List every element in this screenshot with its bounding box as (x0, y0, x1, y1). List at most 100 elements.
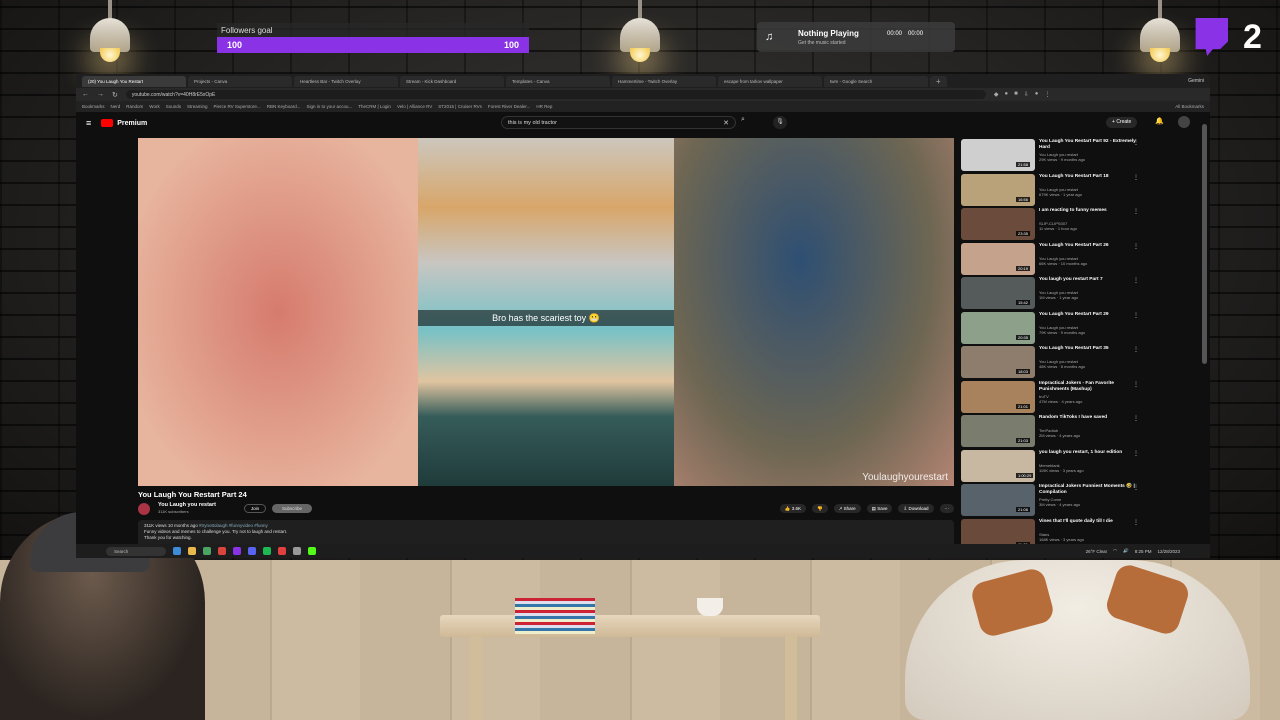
more-options-icon[interactable]: ⋮ (1133, 484, 1139, 491)
hamburger-menu-icon[interactable]: ≡ (86, 118, 91, 128)
more-options-icon[interactable]: ⋮ (1133, 208, 1139, 215)
more-options-icon[interactable]: ⋮ (1133, 415, 1139, 422)
bookmark-item[interactable]: Velo | Alliance RV (397, 104, 432, 109)
recommendation-item[interactable]: 21:01 Impractical Jokers - Fan Favorite P… (961, 380, 1151, 415)
extension-icon[interactable]: ● (1005, 91, 1009, 98)
clear-search-icon[interactable]: ✕ (723, 119, 729, 127)
page-scrollbar[interactable] (1202, 124, 1207, 364)
recommendation-title[interactable]: Impractical Jokers Funniest Moments 🤣 | … (1039, 484, 1137, 496)
recommendation-title[interactable]: Impractical Jokers - Fan Favorite Punish… (1039, 381, 1137, 393)
recommendation-item[interactable]: 21:06 Impractical Jokers Funniest Moments… (961, 483, 1151, 518)
like-button[interactable]: 👍 3.6K (779, 504, 807, 513)
reload-icon[interactable]: ↻ (112, 91, 118, 99)
kick-icon[interactable] (308, 547, 316, 555)
tab-tarkov-wallpaper[interactable]: escape from tarkov wallpaper (718, 75, 822, 87)
more-options-icon[interactable]: ⋮ (1133, 312, 1139, 319)
notifications-icon[interactable]: 🔔 (1155, 117, 1164, 125)
recommendation-title[interactable]: You laugh you restart Part 7 (1039, 277, 1137, 283)
url-input[interactable]: youtube.com/watch?v=40H8rE5xOpE (125, 90, 986, 99)
extension-icon[interactable]: ◆ (994, 91, 999, 98)
bookmark-item[interactable]: Pierce RV Superstore... (214, 104, 261, 109)
chrome-icon[interactable] (218, 547, 226, 555)
subscribe-button[interactable]: Subscribe (272, 504, 312, 513)
forward-icon[interactable]: → (97, 91, 104, 98)
create-button[interactable]: + Create (1106, 117, 1138, 128)
tab-hammertime[interactable]: Hammertime - Twitch Overlay (612, 75, 716, 87)
dislike-button[interactable]: 👎 (812, 504, 828, 513)
save-button[interactable]: ▤ Save (866, 504, 893, 513)
tab-kick-dashboard[interactable]: Stream - Kick Dashboard (400, 75, 504, 87)
taskbar-app-icon[interactable] (173, 547, 181, 555)
more-options-icon[interactable]: ⋮ (1133, 277, 1139, 284)
spotify-icon[interactable] (263, 547, 271, 555)
tab-youtube[interactable]: (20) You Laugh You Restart (82, 75, 186, 87)
clock-time[interactable]: 8:25 PM (1135, 549, 1152, 554)
taskbar-search-input[interactable]: Search (106, 546, 166, 556)
bookmark-item[interactable]: Sounds (166, 104, 181, 109)
all-bookmarks[interactable]: All Bookmarks (1175, 104, 1204, 109)
channel-avatar[interactable] (138, 503, 150, 515)
extension-icon[interactable]: ■ (1014, 91, 1018, 98)
tab-twitch-overlay[interactable]: Heartless Bar - Twitch Overlay (294, 75, 398, 87)
recommendation-item[interactable]: 1:00:29 you laugh you restart, 1 hour edi… (961, 449, 1151, 484)
bookmark-item[interactable]: HR Rep (536, 104, 552, 109)
browser-menu-icon[interactable]: ⋮ (1044, 91, 1050, 98)
recommendation-item[interactable]: 23:35 I am reacting to funny memes SLIP-CL… (961, 207, 1151, 242)
recommendation-title[interactable]: You Laugh You Restart Part 92 - Extremel… (1039, 139, 1137, 151)
join-button[interactable]: Join (244, 504, 266, 513)
bookmark-item[interactable]: Random (126, 104, 143, 109)
bookmark-item[interactable]: Work (149, 104, 159, 109)
microphone-icon[interactable]: 🎙 (773, 116, 787, 129)
taskbar-app-icon[interactable] (278, 547, 286, 555)
more-options-icon[interactable]: ⋮ (1133, 174, 1139, 181)
discord-icon[interactable] (248, 547, 256, 555)
channel-name[interactable]: You Laugh you restart (158, 502, 216, 508)
volume-icon[interactable]: 🔊 (1123, 548, 1129, 554)
more-actions-icon[interactable]: ⋯ (939, 504, 954, 513)
recommendation-item[interactable]: 20:35 You Laugh You Restart Part 29 You La… (961, 311, 1151, 346)
recommendation-title[interactable]: you laugh you restart, 1 hour edition (1039, 450, 1137, 456)
gemini-button[interactable]: Gemini (1188, 78, 1204, 84)
new-tab-button[interactable]: + (930, 75, 947, 87)
bookmark-item[interactable]: Bookmarks (82, 104, 105, 109)
more-options-icon[interactable]: ⋮ (1133, 381, 1139, 388)
recommendation-item[interactable]: 21:03 Random TikToks I have saved TimPadtu… (961, 414, 1151, 449)
download-icon[interactable]: ⇩ (1024, 91, 1029, 98)
recommendation-item[interactable]: 18:03 You Laugh You Restart Part 35 You La… (961, 345, 1151, 380)
recommendation-title[interactable]: I am reacting to funny memes (1039, 208, 1137, 214)
recommendation-title[interactable]: You Laugh You Restart Part 26 (1039, 243, 1137, 249)
recommendation-title[interactable]: Random TikToks I have saved (1039, 415, 1137, 421)
search-input[interactable]: this is my old tractor ✕ (501, 116, 736, 129)
more-options-icon[interactable]: ⋮ (1133, 450, 1139, 457)
youtube-logo-icon[interactable] (101, 119, 114, 127)
tab-canva-templates[interactable]: Templates - Canva (506, 75, 610, 87)
recommendation-item[interactable]: 21:58 You Laugh You Restart Part 92 - Ext… (961, 138, 1151, 173)
recommendation-title[interactable]: You Laugh You Restart Part 29 (1039, 312, 1137, 318)
taskbar-app-icon[interactable] (233, 547, 241, 555)
bookmark-item[interactable]: RBN Keyboard... (267, 104, 301, 109)
more-options-icon[interactable]: ⋮ (1133, 519, 1139, 526)
recommendation-item[interactable]: 16:56 You Laugh You Restart Part 18 You La… (961, 173, 1151, 208)
bookmark-item[interactable]: Forest River Dealer... (488, 104, 531, 109)
back-icon[interactable]: ← (82, 91, 89, 98)
bookmark-item[interactable]: TheCRM | Login (358, 104, 391, 109)
more-options-icon[interactable]: ⋮ (1133, 243, 1139, 250)
bookmark-item[interactable]: Nerd (111, 104, 121, 109)
file-explorer-icon[interactable] (188, 547, 196, 555)
avatar[interactable] (1178, 116, 1190, 128)
clock-date[interactable]: 12/28/2023 (1157, 549, 1180, 554)
recommendation-item[interactable]: 20:19 You Laugh You Restart Part 26 You La… (961, 242, 1151, 277)
share-button[interactable]: ↗ Share (833, 504, 861, 513)
profile-icon[interactable]: ● (1035, 91, 1039, 98)
taskbar-app-icon[interactable] (293, 547, 301, 555)
recommendation-title[interactable]: Vines that I'll quote daily till I die (1039, 519, 1137, 525)
taskbar-app-icon[interactable] (203, 547, 211, 555)
weather-text[interactable]: 26°F Clear (1086, 549, 1108, 554)
recommendation-title[interactable]: You Laugh You Restart Part 35 (1039, 346, 1137, 352)
description-tags[interactable]: #trynottolaugh #funnyvideo #funny (199, 523, 268, 528)
tab-google-search[interactable]: twm - Google Search (824, 75, 928, 87)
recommendation-title[interactable]: You Laugh You Restart Part 18 (1039, 174, 1137, 180)
search-icon[interactable]: ⌕ (741, 116, 759, 129)
download-button[interactable]: ⇩ Download (898, 504, 934, 513)
bookmark-item[interactable]: ST2015 | Cruiser RVs (438, 104, 482, 109)
